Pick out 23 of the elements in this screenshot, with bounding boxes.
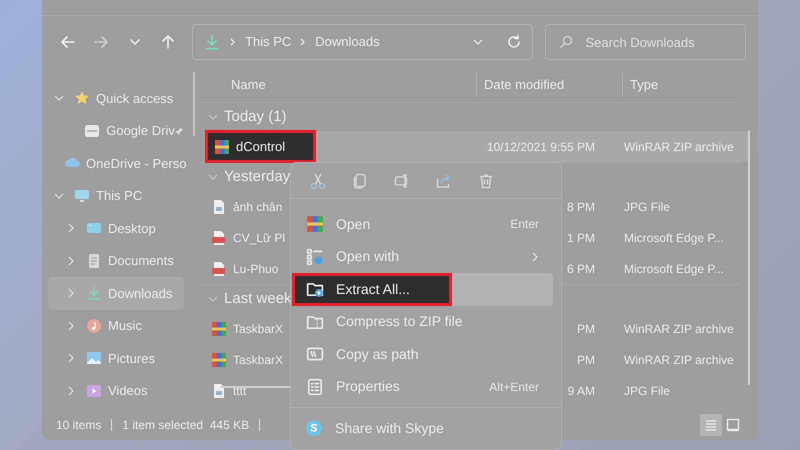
type-cell-text: WinRAR ZIP archive [623, 138, 734, 156]
file-name: CV_Lữ Pl [233, 230, 286, 246]
date-cell-text: PM [577, 320, 595, 338]
item-count: 10 items [56, 417, 102, 434]
type-cell-text: Microsoft Edge P... [623, 230, 724, 246]
date-cell-text: 10/12/2021 9:55 PM [486, 138, 595, 156]
file-name: tttt [233, 382, 246, 400]
file-name: Lu-Phuo [233, 260, 278, 278]
date-cell-text: 8 PM [566, 198, 595, 216]
type-cell-text: JPG File [623, 198, 670, 216]
date-cell-text: PM [577, 352, 595, 368]
date-cell-text: 1 PM [566, 230, 595, 246]
selection-info: 1 item selected 445 KB [122, 417, 250, 434]
file-name: TaskbarX [233, 320, 284, 338]
type-cell-text: WinRAR ZIP archive [623, 352, 734, 368]
file-name: ảnh chân [233, 198, 282, 216]
type-cell-text: WinRAR ZIP archive [623, 320, 734, 338]
date-cell-text: 6 PM [566, 260, 595, 278]
type-cell-text: Microsoft Edge P... [623, 260, 724, 278]
file-name: dControl [236, 138, 286, 156]
type-cell-text: JPG File [623, 382, 670, 400]
file-name: TaskbarX [233, 352, 284, 368]
date-cell-text: 9 AM [568, 382, 595, 400]
